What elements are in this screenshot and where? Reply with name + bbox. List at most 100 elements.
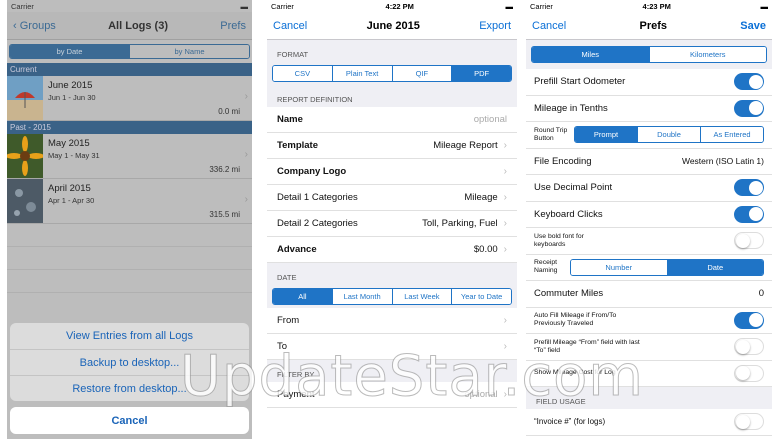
bold-font-row: Use bold font for keyboards	[526, 228, 772, 255]
mileage-tenths-toggle[interactable]	[734, 99, 764, 117]
chevron-right-icon: ›	[244, 149, 248, 160]
date-last-week-tab[interactable]: Last Week	[391, 289, 452, 304]
page-title: Prefs	[639, 19, 668, 32]
view-all-entries-button[interactable]: View Entries from all Logs	[10, 323, 249, 349]
receipt-number-tab[interactable]: Number	[571, 259, 667, 275]
clock: 4:22 PM	[385, 1, 414, 11]
show-cost-row: Show Mileage Cost for Log	[526, 360, 772, 387]
name-input[interactable]: optional	[474, 114, 507, 125]
save-button[interactable]: Save	[740, 20, 766, 32]
section-header-current: Current	[7, 63, 252, 76]
company-logo-row[interactable]: Company Logo ›	[267, 159, 517, 185]
log-row-april[interactable]: April 2015 Apr 1 - Apr 30 315.5 mi ›	[7, 179, 252, 224]
sort-by-name-tab[interactable]: by Name	[129, 45, 249, 58]
date-all-tab[interactable]: All	[273, 289, 332, 304]
decimal-point-toggle[interactable]	[734, 179, 764, 197]
carrier-label: Carrier	[271, 1, 294, 11]
show-cost-toggle[interactable]	[734, 364, 764, 382]
report-definition-header: REPORT DEFINITION	[267, 85, 517, 107]
flower-thumbnail	[7, 134, 43, 178]
chevron-right-icon: ›	[503, 315, 507, 326]
log-distance: 315.5 mi	[209, 210, 240, 219]
date-last-month-tab[interactable]: Last Month	[331, 289, 392, 304]
receipt-naming-segmented-control: Number Date	[570, 258, 764, 276]
sort-segmented-control: by Date by Name	[9, 44, 250, 59]
file-encoding-value: Western (ISO Latin 1)	[681, 156, 764, 167]
payment-row[interactable]: Payment optional ›	[267, 382, 517, 408]
log-row-june[interactable]: June 2015 Jun 1 - Jun 30 0.0 mi ›	[7, 76, 252, 121]
detail2-categories-row[interactable]: Detail 2 Categories Toll, Parking, Fuel ›	[267, 211, 517, 237]
filter-by-header: FILTER BY	[267, 360, 517, 382]
prefs-button[interactable]: Prefs	[220, 20, 246, 32]
from-date-row[interactable]: From ›	[267, 308, 517, 334]
clock: 4:23 PM	[642, 1, 671, 11]
units-miles-tab[interactable]: Miles	[532, 47, 649, 62]
carrier-label: Carrier	[530, 1, 553, 11]
sort-by-date-tab[interactable]: by Date	[10, 45, 129, 58]
name-row[interactable]: Name optional	[267, 107, 517, 133]
format-plain-text-tab[interactable]: Plain Text	[331, 66, 392, 81]
prefill-from-toggle[interactable]	[734, 338, 764, 356]
format-qif-tab[interactable]: QIF	[391, 66, 452, 81]
mileage-tenths-row: Mileage in Tenths	[526, 95, 772, 122]
prefill-odometer-row: Prefill Start Odometer	[526, 69, 772, 96]
battery-icon: ▬	[760, 1, 769, 11]
log-row-may[interactable]: May 2015 May 1 - May 31 336.2 mi ›	[7, 134, 252, 179]
log-name: June 2015	[48, 80, 93, 91]
export-screen: Carrier 4:22 PM ▬ Cancel June 2015 Expor…	[267, 0, 517, 439]
chevron-right-icon: ›	[503, 389, 507, 400]
section-header-past: Past - 2015	[7, 121, 252, 134]
groups-back-button[interactable]: ‹ Groups	[13, 20, 56, 32]
log-range: May 1 - May 31	[48, 151, 100, 160]
date-year-to-date-tab[interactable]: Year to Date	[451, 289, 511, 304]
format-csv-tab[interactable]: CSV	[273, 66, 332, 81]
keyboard-clicks-toggle[interactable]	[734, 205, 764, 223]
chevron-right-icon: ›	[503, 244, 507, 255]
beach-thumbnail	[7, 76, 43, 120]
all-logs-screen: Carrier ▬ ‹ Groups All Logs (3) Prefs by…	[7, 0, 252, 439]
log-range: Jun 1 - Jun 30	[48, 93, 96, 102]
advance-row[interactable]: Advance $0.00 ›	[267, 237, 517, 263]
status-bar: Carrier 4:22 PM ▬	[267, 0, 517, 12]
field-usage-header: FIELD USAGE	[526, 387, 772, 409]
restore-button[interactable]: Restore from desktop...	[10, 375, 249, 401]
file-encoding-row[interactable]: File Encoding Western (ISO Latin 1)	[526, 148, 772, 175]
decimal-point-row: Use Decimal Point	[526, 175, 772, 202]
chevron-right-icon: ›	[244, 91, 248, 102]
commuter-miles-value[interactable]: 0	[759, 288, 764, 299]
units-kilometers-tab[interactable]: Kilometers	[648, 47, 766, 62]
date-range-segmented-control: All Last Month Last Week Year to Date	[272, 288, 512, 305]
cancel-button[interactable]: Cancel	[532, 20, 566, 32]
format-header: FORMAT	[267, 40, 517, 62]
action-sheet-cancel-button[interactable]: Cancel	[10, 407, 249, 434]
action-sheet: View Entries from all Logs Backup to des…	[10, 323, 249, 401]
commuter-miles-row[interactable]: Commuter Miles 0	[526, 281, 772, 308]
format-pdf-tab[interactable]: PDF	[451, 66, 511, 81]
backup-button[interactable]: Backup to desktop...	[10, 349, 249, 375]
log-range: Apr 1 - Apr 30	[48, 196, 95, 205]
invoice-toggle[interactable]	[734, 413, 764, 431]
round-trip-double-tab[interactable]: Double	[637, 127, 700, 143]
log-distance: 0.0 mi	[218, 107, 240, 116]
to-date-row[interactable]: To ›	[267, 334, 517, 360]
prefill-odometer-toggle[interactable]	[734, 73, 764, 91]
page-title: All Logs (3)	[108, 19, 168, 32]
bold-font-toggle[interactable]	[734, 232, 764, 250]
log-name: April 2015	[48, 183, 91, 194]
round-trip-prompt-tab[interactable]: Prompt	[575, 127, 637, 143]
chevron-right-icon: ›	[503, 218, 507, 229]
detail1-categories-row[interactable]: Detail 1 Categories Mileage ›	[267, 185, 517, 211]
cancel-button[interactable]: Cancel	[273, 20, 307, 32]
date-header: DATE	[267, 263, 517, 285]
auto-fill-toggle[interactable]	[734, 311, 764, 329]
receipt-date-tab[interactable]: Date	[666, 259, 763, 275]
battery-icon: ▬	[240, 1, 248, 11]
units-segmented-control: Miles Kilometers	[531, 46, 767, 63]
invoice-row: “Invoice #” (for logs)	[526, 409, 772, 436]
template-row[interactable]: Template Mileage Report ›	[267, 133, 517, 159]
round-trip-as-entered-tab[interactable]: As Entered	[700, 127, 763, 143]
export-button[interactable]: Export	[479, 20, 511, 32]
page-title: June 2015	[366, 19, 420, 32]
round-trip-row: Round Trip Button Prompt Double As Enter…	[526, 122, 772, 149]
nav-bar: Cancel June 2015 Export	[267, 12, 517, 40]
